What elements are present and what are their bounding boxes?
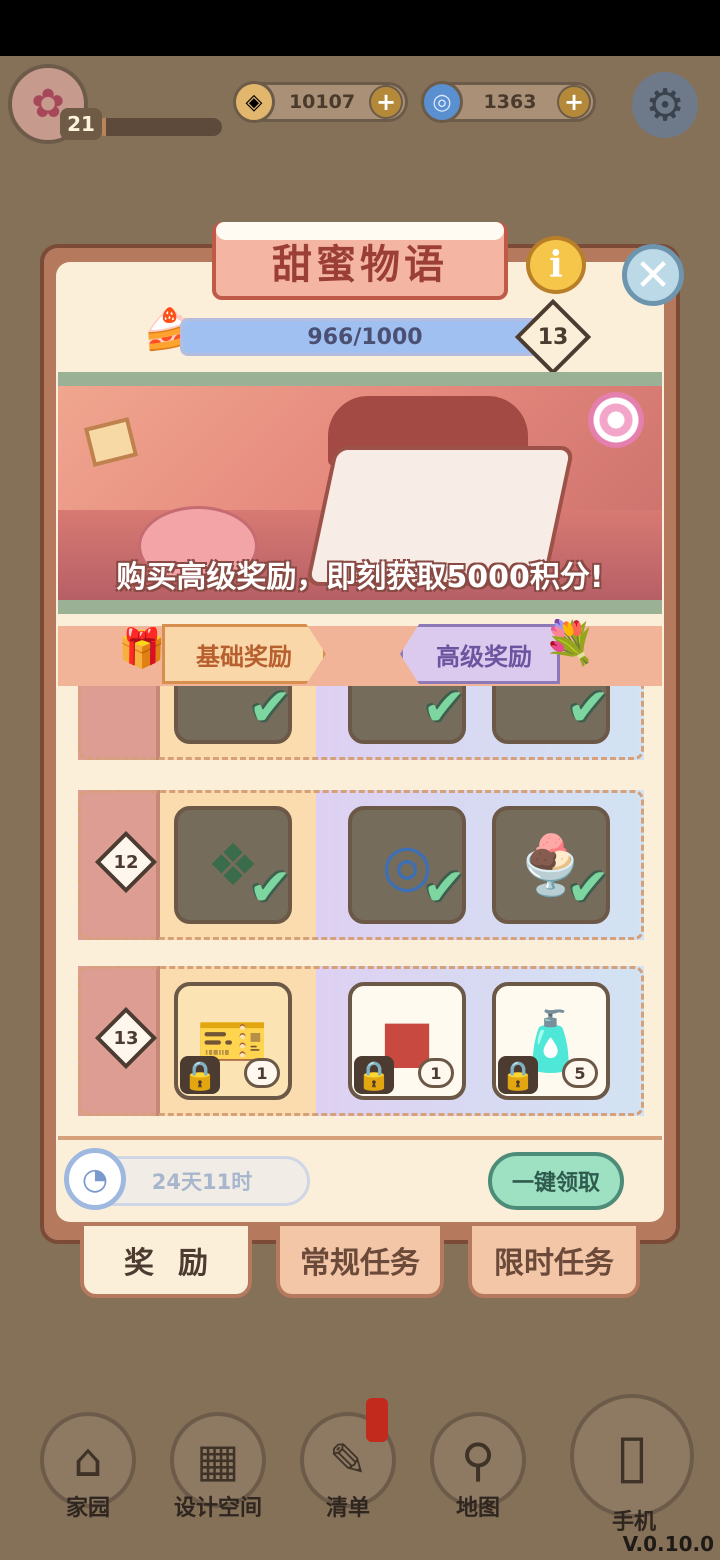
coin-icon: ◈	[233, 81, 275, 123]
check-icon: ✔	[422, 686, 466, 738]
basic-reward-slot[interactable]: 🎫 🔒 1	[174, 982, 292, 1100]
basic-reward-slot[interactable]: ❖ ✔	[174, 806, 292, 924]
check-icon: ✔	[566, 686, 610, 738]
reward-row-12: 12 ❖ ✔ ◎ ✔ 🍨 ✔	[78, 790, 644, 940]
premium-reward-slot-2[interactable]: 🍨 ✔	[492, 806, 610, 924]
nav-design-label: 设计空间	[173, 1496, 262, 1521]
coin-value: 10107	[288, 91, 356, 113]
clock-icon: ◔	[64, 1148, 126, 1210]
pass-level-number: 13	[537, 324, 569, 350]
settings-button[interactable]: ⚙	[632, 72, 698, 138]
lollipop-decoration	[588, 392, 644, 448]
row-level-number: 12	[113, 851, 139, 873]
player-level-badge: 21	[60, 108, 102, 140]
panel-title-banner: 甜蜜物语	[212, 222, 508, 300]
gift-box-icon: 🎁	[118, 626, 166, 670]
check-icon: ✔	[248, 686, 292, 738]
row-level-number: 13	[113, 1027, 139, 1049]
panel-title: 甜蜜物语	[272, 242, 448, 288]
reward-row-13: 13 🎫 🔒 1 ■ 🔒 1 🧴 🔒 5	[78, 966, 644, 1116]
gem-counter: ◎ 1363 +	[421, 81, 596, 123]
blueprint-icon: ▦	[196, 1433, 240, 1487]
footer-divider	[58, 1136, 662, 1140]
premium-banner-art[interactable]: 购买高级奖励，即刻获取5000积分!	[58, 372, 662, 614]
close-button[interactable]: ✕	[622, 244, 684, 306]
info-button[interactable]: i	[526, 236, 586, 294]
lock-icon: 🔒	[498, 1056, 538, 1094]
status-bar	[0, 0, 720, 56]
gear-icon: ⚙	[645, 79, 685, 131]
banner-caption: 购买高级奖励，即刻获取5000积分!	[116, 560, 604, 595]
reward-quantity: 1	[244, 1058, 280, 1088]
reward-slot[interactable]: ✔	[174, 686, 292, 744]
check-icon: ✔	[566, 858, 610, 918]
reward-row-partial: ✔ ✔ ✔	[78, 686, 644, 760]
version-label: V.0.10.0	[622, 1532, 714, 1556]
lock-icon: 🔒	[354, 1056, 394, 1094]
xp-bar	[96, 118, 222, 136]
reward-track-list[interactable]: ✔ ✔ ✔ 12 ❖ ✔ ◎ ✔ 🍨 ✔ 13 🎫 🔒 1 ■ 🔒 1 🧴 🔒 …	[58, 686, 662, 1134]
reward-quantity: 5	[562, 1058, 598, 1088]
premium-reward-slot-2[interactable]: 🧴 🔒 5	[492, 982, 610, 1100]
premium-reward-slot-1[interactable]: ◎ ✔	[348, 806, 466, 924]
nav-home-label: 家园	[65, 1496, 110, 1521]
tab-limited-tasks[interactable]: 限时任务	[468, 1226, 640, 1298]
coin-counter: ◈ 10107 +	[233, 81, 408, 123]
basic-rewards-label: 基础奖励	[162, 624, 326, 684]
add-gems-button[interactable]: +	[557, 85, 591, 119]
tab-regular-tasks[interactable]: 常规任务	[276, 1226, 444, 1298]
reward-slot[interactable]: ✔	[492, 686, 610, 744]
check-icon: ✔	[422, 858, 466, 918]
claim-all-button[interactable]: 一键领取	[488, 1152, 624, 1210]
reward-slot[interactable]: ✔	[348, 686, 466, 744]
premium-reward-slot-1[interactable]: ■ 🔒 1	[348, 982, 466, 1100]
row-level-cell	[78, 686, 160, 760]
alert-icon	[366, 1398, 388, 1442]
gem-value: 1363	[483, 91, 537, 113]
map-pin-icon: ⚲	[461, 1433, 495, 1487]
nav-list-label: 清单	[325, 1496, 370, 1521]
pass-progress-text: 966/1000	[307, 324, 423, 350]
premium-rewards-label[interactable]: 高级奖励	[400, 624, 560, 684]
flower-box-icon: 💐	[543, 618, 597, 667]
check-icon: ✔	[248, 858, 292, 918]
tab-rewards[interactable]: 奖励	[80, 1226, 252, 1298]
checklist-icon: ✎	[328, 1433, 368, 1487]
lock-icon: 🔒	[180, 1056, 220, 1094]
blue-swirl-icon: ◎	[421, 81, 463, 123]
nav-phone-button[interactable]: ▯	[570, 1394, 694, 1518]
reward-quantity: 1	[418, 1058, 454, 1088]
nav-map-label: 地图	[455, 1496, 500, 1521]
add-coins-button[interactable]: +	[369, 85, 403, 119]
house-icon: ⌂	[73, 1433, 103, 1487]
phone-icon: ▯	[615, 1421, 649, 1491]
